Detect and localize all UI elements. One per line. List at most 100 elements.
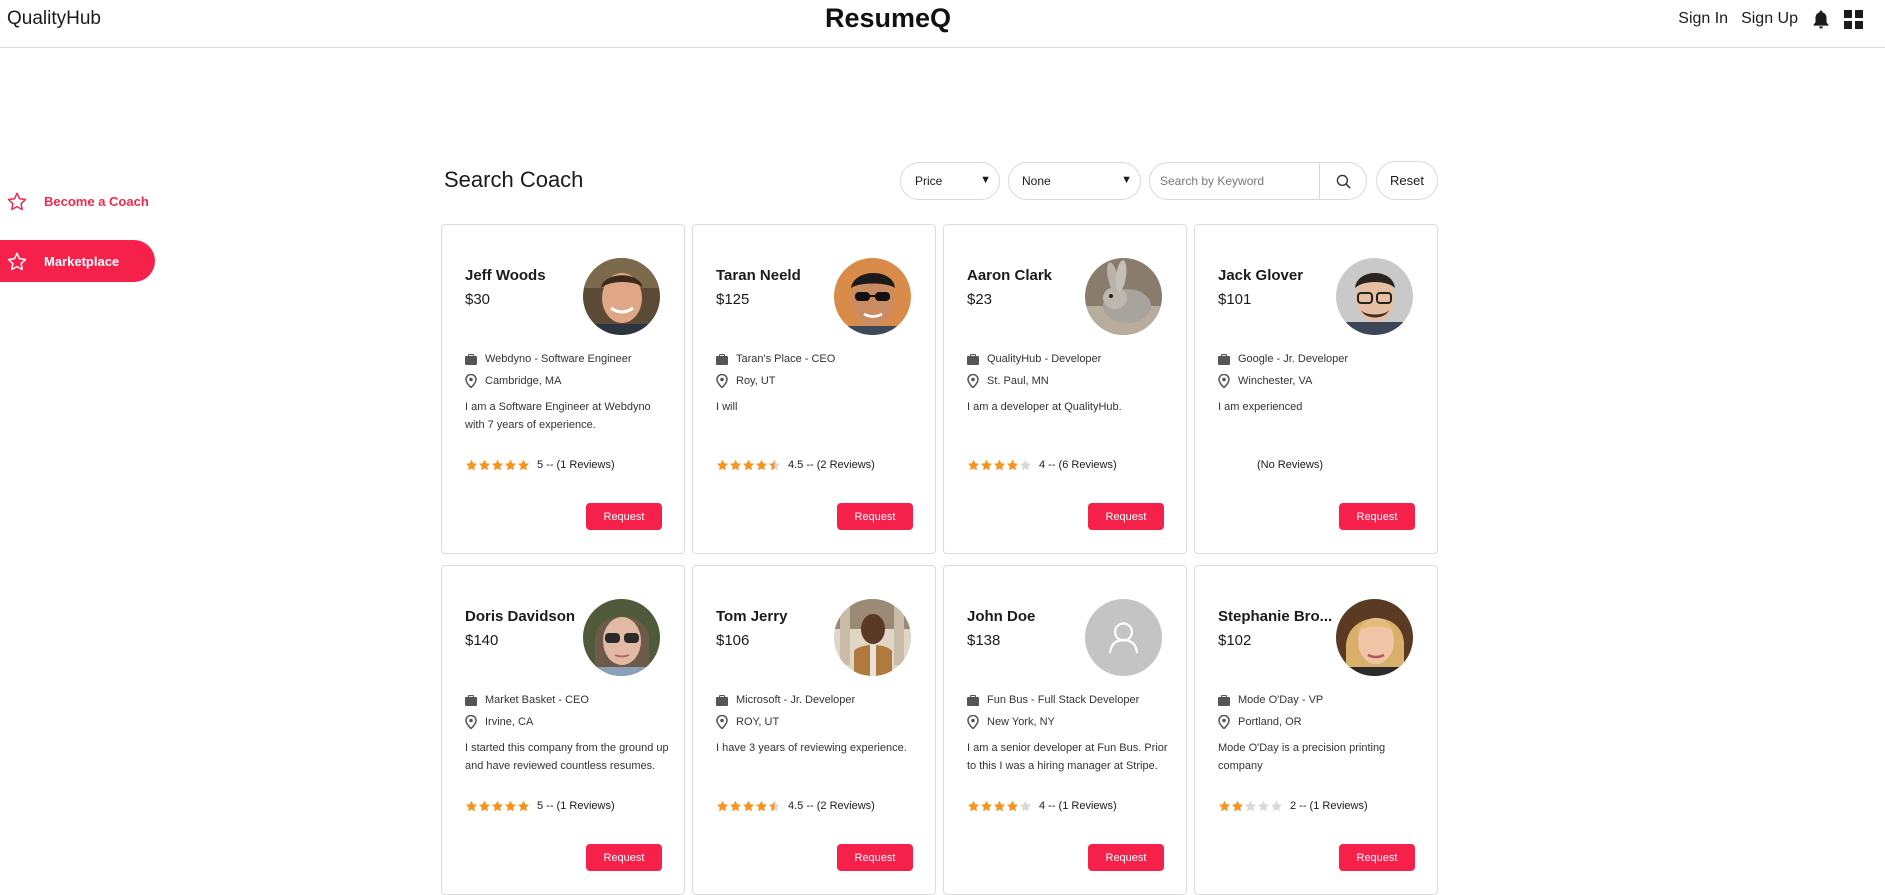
coach-location: Roy, UT (736, 375, 776, 387)
briefcase-icon (716, 694, 736, 706)
request-button[interactable]: Request (586, 503, 662, 530)
star-icon (492, 459, 503, 471)
bell-icon[interactable] (1811, 8, 1831, 30)
briefcase-icon (465, 694, 485, 706)
coach-bio: I started this company from the ground u… (465, 742, 669, 772)
location-pin-icon (1218, 715, 1238, 729)
rating-text: (No Reviews) (1257, 459, 1324, 471)
star-icon (1007, 800, 1018, 812)
briefcase-icon (716, 353, 736, 365)
coach-card: Jack Glover $101 Google - Jr. Developer … (1194, 224, 1438, 554)
request-button[interactable]: Request (1088, 844, 1164, 871)
location-pin-icon (716, 715, 736, 729)
request-button[interactable]: Request (837, 844, 913, 871)
star-icon (1232, 800, 1243, 812)
top-right-actions: Sign In Sign Up (1678, 8, 1863, 30)
star-icon (756, 800, 767, 812)
request-button[interactable]: Request (1339, 503, 1415, 530)
star-icon (730, 800, 741, 812)
coach-rating: 4.5 -- (2 Reviews) (716, 800, 875, 812)
coach-card: Taran Neeld $125 Taran's Place - CEO Roy… (692, 224, 936, 554)
star-outline-icon (7, 192, 41, 211)
sign-in-link[interactable]: Sign In (1678, 10, 1728, 28)
coach-bio: I will (716, 401, 738, 413)
coach-location-row: Roy, UT (716, 374, 776, 388)
caret-down-icon: ▼ (1121, 174, 1132, 186)
star-icon (968, 800, 979, 812)
request-button[interactable]: Request (1088, 503, 1164, 530)
request-button[interactable]: Request (837, 503, 913, 530)
coach-name: Jeff Woods (465, 267, 546, 284)
coach-price: $125 (716, 291, 750, 308)
search-button[interactable] (1319, 163, 1366, 199)
star-icon (717, 459, 728, 471)
coach-rating: 5 -- (1 Reviews) (465, 459, 615, 471)
sort-filter-select[interactable]: None ▼ (1008, 162, 1141, 200)
coach-job: Fun Bus - Full Stack Developer (987, 694, 1140, 706)
rating-text: 2 -- (1 Reviews) (1290, 800, 1368, 812)
coach-location-row: Irvine, CA (465, 715, 533, 729)
coach-card: Tom Jerry $106 Microsoft - Jr. Developer… (692, 565, 936, 895)
star-rating (716, 459, 781, 471)
sidebar-item-label: Become a Coach (44, 193, 149, 209)
coach-name: Jack Glover (1218, 267, 1304, 284)
coach-job-row: Mode O'Day - VP (1218, 694, 1323, 706)
coach-location-row: St. Paul, MN (967, 374, 1049, 388)
briefcase-icon (465, 353, 485, 365)
coach-job: Microsoft - Jr. Developer (736, 694, 856, 706)
request-button[interactable]: Request (1339, 844, 1415, 871)
star-icon (769, 800, 780, 812)
star-rating (465, 800, 530, 812)
coach-avatar (1336, 599, 1413, 676)
coach-location: ROY, UT (736, 716, 780, 728)
briefcase-icon (967, 694, 987, 706)
coach-location-row: ROY, UT (716, 715, 779, 729)
coach-card: Doris Davidson $140 Market Basket - CEO … (441, 565, 685, 895)
star-icon (505, 800, 516, 812)
coach-rating: 5 -- (1 Reviews) (465, 800, 615, 812)
sidebar-item-marketplace[interactable]: Marketplace (0, 240, 155, 282)
coach-bio: I am a developer at QualityHub. (967, 401, 1122, 413)
coach-location: Portland, OR (1238, 716, 1302, 728)
coach-avatar (834, 258, 911, 335)
star-icon (756, 459, 767, 471)
star-icon (1020, 459, 1031, 471)
coach-job: QualityHub - Developer (987, 353, 1102, 365)
reset-button[interactable]: Reset (1376, 161, 1438, 200)
star-icon (743, 800, 754, 812)
location-pin-icon (716, 374, 736, 388)
star-icon (717, 800, 728, 812)
coach-job: Mode O'Day - VP (1238, 694, 1324, 706)
price-filter-select[interactable]: Price ▼ (900, 162, 1000, 200)
coach-job-row: Microsoft - Jr. Developer (716, 694, 855, 706)
coach-card: John Doe $138 Fun Bus - Full Stack Devel… (943, 565, 1187, 895)
coach-job-row: Google - Jr. Developer (1218, 353, 1348, 365)
rating-text: 4 -- (1 Reviews) (1039, 800, 1117, 812)
star-icon (730, 459, 741, 471)
coach-job-row: QualityHub - Developer (967, 353, 1101, 365)
coach-bio: I am experienced (1218, 401, 1303, 413)
sign-up-link[interactable]: Sign Up (1741, 10, 1798, 28)
request-button[interactable]: Request (586, 844, 662, 871)
placeholder-user-icon (1085, 599, 1162, 676)
coach-location: Irvine, CA (485, 716, 534, 728)
location-pin-icon (967, 715, 987, 729)
star-icon (1007, 459, 1018, 471)
coach-rating: 4.5 -- (2 Reviews) (716, 459, 875, 471)
star-outline-icon (7, 252, 41, 271)
star-icon (981, 459, 992, 471)
location-pin-icon (967, 374, 987, 388)
star-icon (479, 800, 490, 812)
star-icon (981, 800, 992, 812)
sidebar-item-become-a-coach[interactable]: Become a Coach (0, 180, 155, 222)
coach-card: Stephanie Bro... $102 Mode O'Day - VP Po… (1194, 565, 1438, 895)
coach-name: John Doe (967, 608, 1036, 625)
apps-grid-icon[interactable] (1844, 9, 1863, 29)
star-icon (466, 459, 477, 471)
location-pin-icon (1218, 374, 1238, 388)
coach-price: $101 (1218, 291, 1252, 308)
coach-location: Cambridge, MA (485, 375, 562, 387)
search-input[interactable] (1150, 163, 1320, 199)
coach-bio: I am a senior developer at Fun Bus. Prio… (967, 742, 1168, 772)
coach-job: Market Basket - CEO (485, 694, 589, 706)
